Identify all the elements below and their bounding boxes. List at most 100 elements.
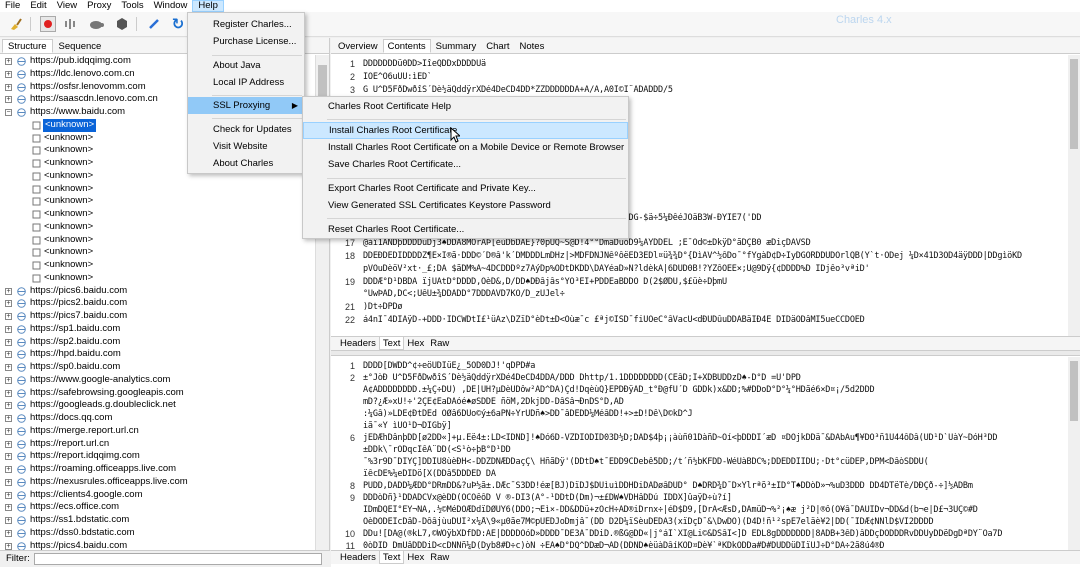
menu-item-visit-website[interactable]: Visit Website <box>188 138 304 155</box>
menu-item-view-keystore[interactable]: View Generated SSL Certificates Keystore… <box>303 197 628 214</box>
tree-host-item[interactable]: + https://pics7.baidu.com <box>0 310 315 323</box>
tree-child-item[interactable]: <unknown> <box>0 259 315 272</box>
expand-icon[interactable]: + <box>5 466 12 473</box>
turtle-icon[interactable] <box>88 16 104 32</box>
expand-icon[interactable]: + <box>5 529 12 537</box>
tab-res-raw[interactable]: Raw <box>427 551 452 564</box>
scroll-thumb[interactable] <box>1070 361 1078 421</box>
tab-req-raw[interactable]: Raw <box>427 337 452 350</box>
expand-icon[interactable]: + <box>5 300 12 308</box>
menu-item-check-updates[interactable]: Check for Updates <box>188 121 304 138</box>
broom-icon[interactable] <box>8 16 24 32</box>
menu-help[interactable]: Help <box>192 0 224 12</box>
tab-summary[interactable]: Summary <box>431 39 482 53</box>
tree-host-item[interactable]: + https://hpd.baidu.com <box>0 348 315 361</box>
menu-item-root-cert-help[interactable]: Charles Root Certificate Help <box>303 98 628 115</box>
split-divider[interactable] <box>331 350 1080 356</box>
tree-host-item[interactable]: + https://dss0.bdstatic.com <box>0 527 315 540</box>
expand-icon[interactable]: + <box>5 351 12 359</box>
tree-host-item[interactable]: + https://sp0.baidu.com <box>0 361 315 374</box>
request-scrollbar[interactable] <box>1068 55 1080 336</box>
tree-host-item[interactable]: + https://report.idqqimg.com <box>0 450 315 463</box>
menu-tools[interactable]: Tools <box>116 0 148 12</box>
collapse-icon[interactable]: − <box>5 109 12 116</box>
tree-host-item[interactable]: + https://safebrowsing.googleapis.com <box>0 387 315 400</box>
tab-contents[interactable]: Contents <box>382 39 431 53</box>
expand-icon[interactable]: + <box>5 338 12 346</box>
tab-overview[interactable]: Overview <box>333 39 383 53</box>
expand-icon[interactable]: + <box>5 287 12 295</box>
expand-icon[interactable]: + <box>5 491 12 499</box>
tab-structure[interactable]: Structure <box>2 39 53 53</box>
menu-item-about-charles[interactable]: About Charles <box>188 155 304 172</box>
throttle-icon[interactable] <box>62 16 78 32</box>
tab-sequence[interactable]: Sequence <box>53 39 108 53</box>
menu-edit[interactable]: Edit <box>25 0 51 12</box>
expand-icon[interactable]: + <box>5 58 12 65</box>
tab-req-hex[interactable]: Hex <box>404 337 427 350</box>
refresh-icon[interactable]: ↻ <box>170 16 186 33</box>
tree-child-item[interactable]: <unknown> <box>0 221 315 234</box>
tree-host-item[interactable]: + https://clients4.google.com <box>0 489 315 502</box>
tree-child-item[interactable]: <unknown> <box>0 272 315 285</box>
breakpoint-icon[interactable] <box>114 16 130 32</box>
tab-req-headers[interactable]: Headers <box>337 337 379 350</box>
menu-view[interactable]: View <box>52 0 82 12</box>
tree-host-item[interactable]: + https://nexusrules.officeapps.live.com <box>0 476 315 489</box>
menu-item-install-mobile[interactable]: Install Charles Root Certificate on a Mo… <box>303 139 628 156</box>
menu-item-ssl-proxying[interactable]: SSL Proxying ▶ <box>188 97 304 114</box>
tree-host-item[interactable]: + https://pics2.baidu.com <box>0 297 315 310</box>
tab-res-headers[interactable]: Headers <box>337 551 379 564</box>
expand-icon[interactable]: + <box>5 325 12 333</box>
expand-icon[interactable]: + <box>5 517 12 524</box>
menu-item-reset-cert[interactable]: Reset Charles Root Certificate... <box>303 221 628 238</box>
tree-host-item[interactable]: + https://docs.qq.com <box>0 412 315 425</box>
filter-input[interactable] <box>34 553 322 565</box>
menu-item-save-root-cert[interactable]: Save Charles Root Certificate... <box>303 156 628 173</box>
menu-item-about-java[interactable]: About Java <box>188 57 304 74</box>
pen-icon[interactable] <box>146 16 162 32</box>
expand-icon[interactable]: + <box>5 376 12 384</box>
tree-child-item[interactable]: <unknown> <box>0 234 315 247</box>
response-scrollbar[interactable] <box>1068 357 1080 550</box>
tree-host-item[interactable]: + https://pics6.baidu.com <box>0 285 315 298</box>
tree-host-item[interactable]: + https://sp1.baidu.com <box>0 323 315 336</box>
tree-host-item[interactable]: + https://merge.report.url.cn <box>0 425 315 438</box>
expand-icon[interactable]: + <box>5 313 12 320</box>
tab-notes[interactable]: Notes <box>515 39 550 53</box>
menu-item-export-cert[interactable]: Export Charles Root Certificate and Priv… <box>303 180 628 197</box>
menu-window[interactable]: Window <box>149 0 193 12</box>
expand-icon[interactable]: + <box>5 440 12 448</box>
expand-icon[interactable]: + <box>5 96 12 104</box>
tree-child-item[interactable]: <unknown> <box>0 183 315 196</box>
tab-res-hex[interactable]: Hex <box>404 551 427 564</box>
expand-icon[interactable]: + <box>5 478 12 486</box>
expand-icon[interactable]: + <box>5 453 12 461</box>
menu-item-purchase[interactable]: Purchase License... <box>188 33 304 50</box>
tree-host-item[interactable]: + https://ecs.office.com <box>0 501 315 514</box>
expand-icon[interactable]: + <box>5 542 12 550</box>
menu-item-install-root-cert[interactable]: Install Charles Root Certificate <box>303 122 628 139</box>
tree-host-item[interactable]: + https://ss1.bdstatic.com <box>0 514 315 527</box>
tree-host-item[interactable]: + https://sp2.baidu.com <box>0 336 315 349</box>
expand-icon[interactable]: + <box>5 415 12 422</box>
expand-icon[interactable]: + <box>5 427 12 435</box>
expand-icon[interactable]: + <box>5 389 12 397</box>
menu-item-local-ip[interactable]: Local IP Address <box>188 74 304 91</box>
tree-child-item[interactable]: <unknown> <box>0 195 315 208</box>
tree-host-item[interactable]: + https://www.google-analytics.com <box>0 374 315 387</box>
expand-icon[interactable]: + <box>5 364 12 371</box>
tree-child-item[interactable]: <unknown> <box>0 208 315 221</box>
response-body-text[interactable]: 1 DDDD[DWDD^¢÷eöÜDÏüÈ¿_5ÖD0DJ!'qDPD#a 2 ±°J… <box>331 357 1068 550</box>
tab-req-text[interactable]: Text <box>378 337 405 350</box>
tree-child-item[interactable]: <unknown> <box>0 246 315 259</box>
expand-icon[interactable]: + <box>5 402 12 410</box>
expand-icon[interactable]: + <box>5 70 12 78</box>
tab-res-text[interactable]: Text <box>378 551 405 564</box>
expand-icon[interactable]: + <box>5 83 12 91</box>
menu-item-register[interactable]: Register Charles... <box>188 16 304 33</box>
tab-chart[interactable]: Chart <box>481 39 514 53</box>
tree-host-item[interactable]: + https://report.url.cn <box>0 438 315 451</box>
menu-file[interactable]: File <box>0 0 25 12</box>
tree-host-item[interactable]: + https://googleads.g.doubleclick.net <box>0 399 315 412</box>
